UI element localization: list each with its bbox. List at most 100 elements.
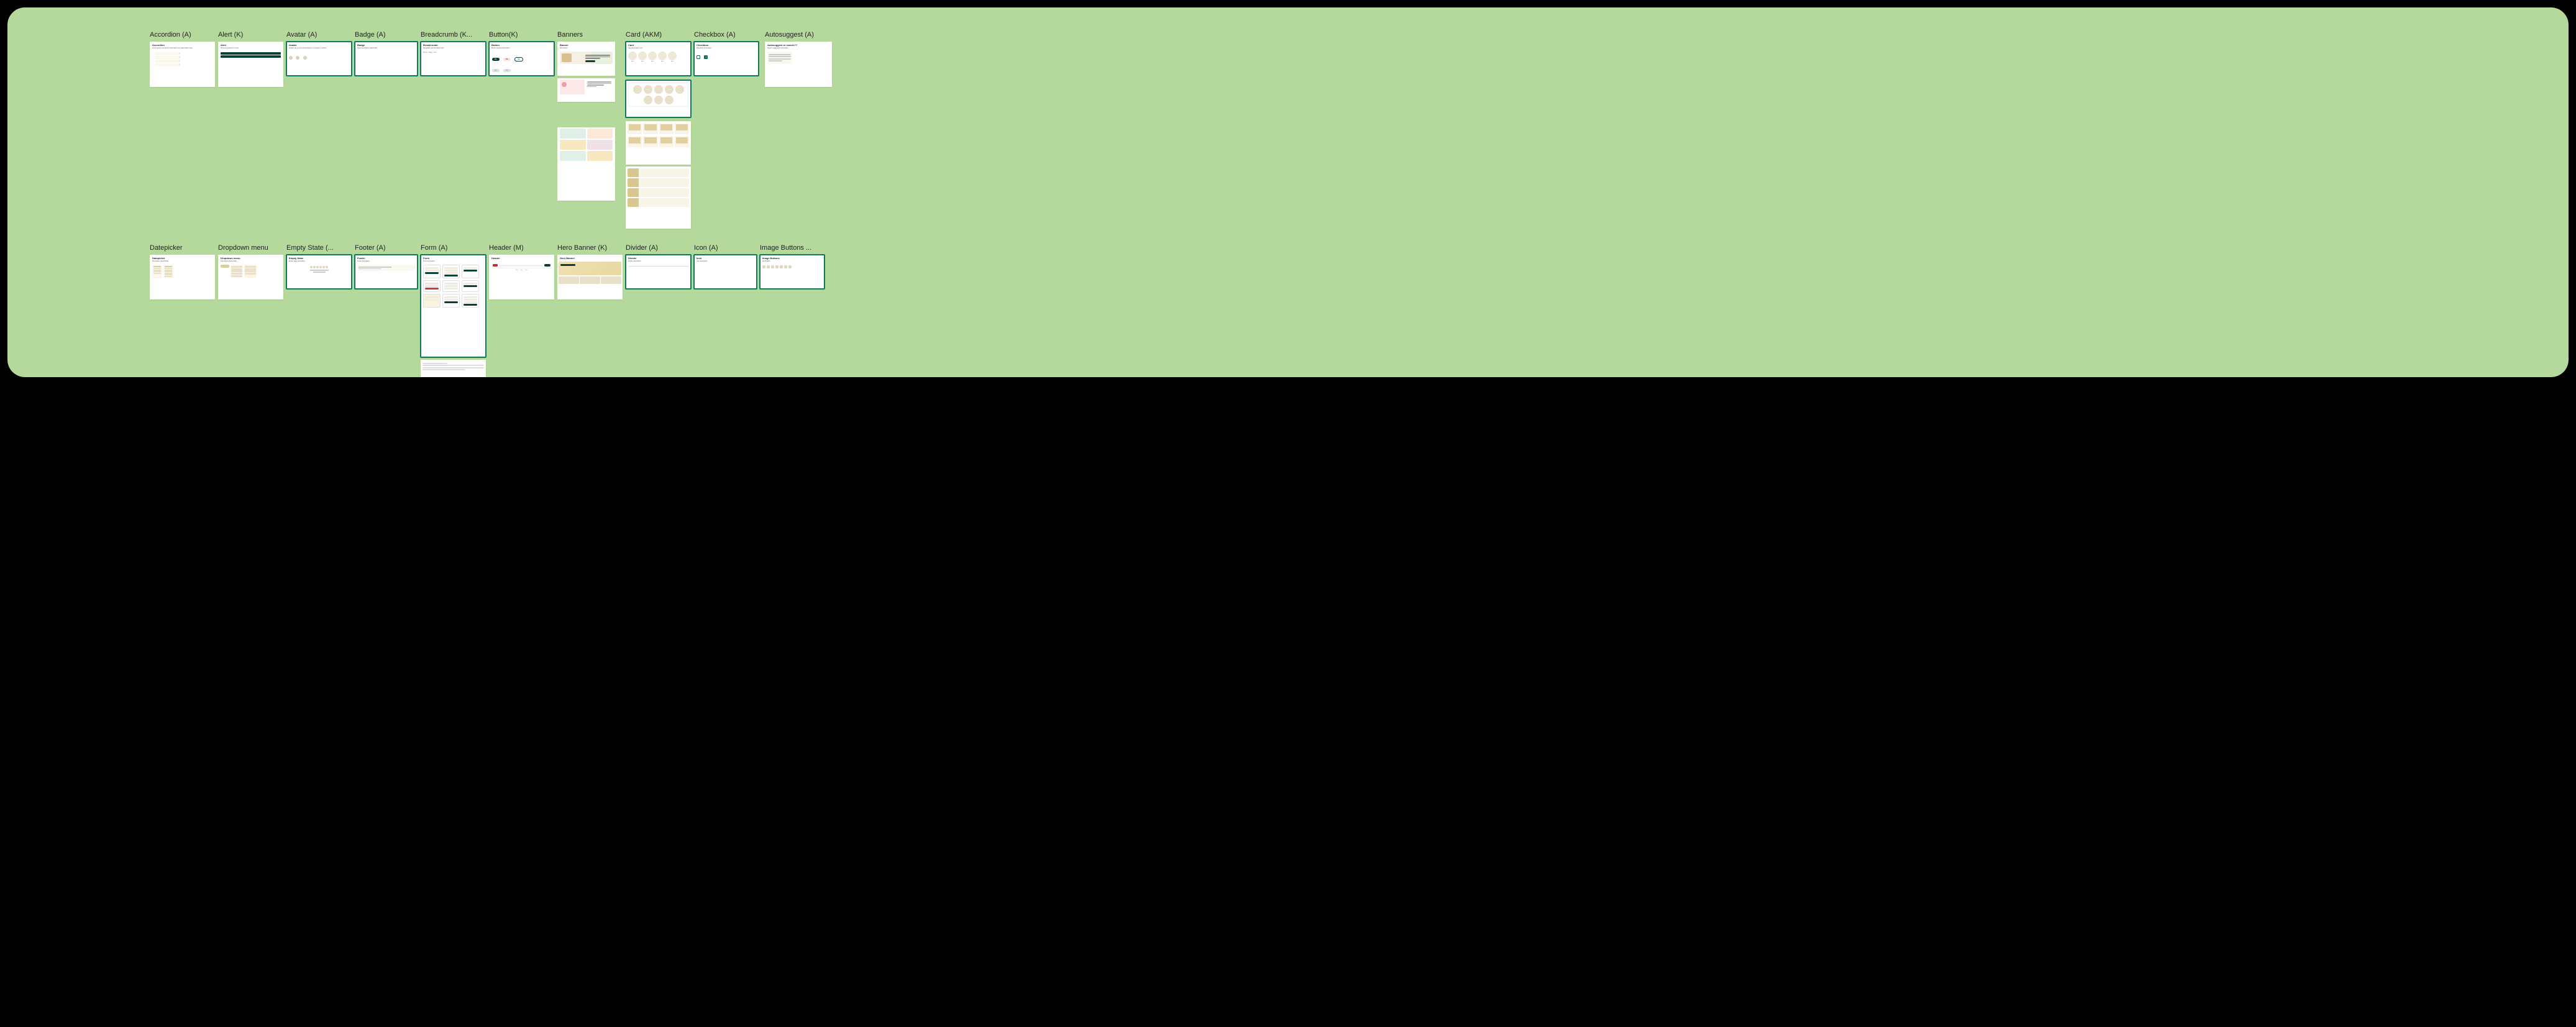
section-label-divider[interactable]: Divider (A)	[626, 244, 688, 252]
frame-title: Icon	[694, 255, 757, 260]
section-label-card[interactable]: Card (AKM)	[626, 31, 688, 39]
frame-title: Hero Banner	[557, 255, 623, 260]
frame-title: Avatar	[286, 42, 352, 47]
frame-hero[interactable]: Hero Banner	[557, 255, 623, 299]
section-label-dropdown[interactable]: Dropdown menu	[218, 244, 280, 252]
alert-bar	[221, 52, 281, 55]
frame-title: Dropdown menu	[218, 255, 283, 260]
frame-badge[interactable]: Badge Short description placeholder.	[355, 42, 418, 76]
frame-title: Form	[421, 255, 486, 260]
frame-title: Banner	[557, 42, 615, 47]
wide-card-list	[626, 167, 691, 210]
disabled-button: Btn	[503, 69, 511, 72]
frame-desc: Description placeholder.	[218, 260, 283, 263]
frame-card-2[interactable]	[626, 80, 691, 117]
frame-avatar[interactable]: Avatar Avatars are visual representation…	[286, 42, 352, 76]
frame-datepicker[interactable]: Datepicker Description placeholder.	[150, 255, 215, 299]
logo-icon	[493, 264, 498, 267]
frame-imgbtn[interactable]: Image Buttons Description.	[760, 255, 824, 289]
banner-split-sample	[560, 80, 613, 94]
frame-title: Autosuggest or search??	[765, 42, 832, 47]
section-label-button[interactable]: Button(K)	[489, 31, 551, 39]
frame-dropdown[interactable]: Dropdown menu Description placeholder.	[218, 255, 283, 299]
section-label-footer[interactable]: Footer (A)	[355, 244, 417, 252]
section-label-icon[interactable]: Icon (A)	[694, 244, 756, 252]
section-label-breadcrumb[interactable]: Breadcrumb (K...	[421, 31, 483, 39]
frame-title: Divider	[626, 255, 691, 260]
frame-button[interactable]: Button Button variants description. Btn …	[489, 42, 554, 76]
secondary-button: Btn	[503, 58, 511, 61]
outline-button: Btn	[514, 57, 523, 62]
section-label-hero[interactable]: Hero Banner (K)	[557, 244, 619, 252]
cta-button	[544, 264, 550, 267]
frame-desc: Short description placeholder.	[355, 47, 418, 50]
breadcrumb-sample: Home › Page › Item	[421, 50, 486, 55]
frame-title: Header	[489, 255, 554, 260]
frame-checkbox[interactable]: Checkbox Checkbox description.	[694, 42, 759, 76]
section-label-header[interactable]: Header (M)	[489, 244, 551, 252]
section-label-autosuggest[interactable]: Autosuggest (A)	[765, 31, 833, 39]
frame-form-2[interactable]	[421, 360, 486, 377]
frame-title: Button	[489, 42, 554, 47]
frame-card-3[interactable]	[626, 121, 691, 165]
frame-breadcrumb[interactable]: Breadcrumb Navigation aid description te…	[421, 42, 486, 76]
primary-button: Btn	[492, 58, 500, 61]
section-label-form[interactable]: Form (A)	[421, 244, 483, 252]
section-label-empty[interactable]: Empty State (...	[286, 244, 349, 252]
footer-sample	[357, 265, 415, 271]
frame-footer[interactable]: Footer Footer description.	[355, 255, 418, 289]
frame-card-1[interactable]: Card Card description text. item item it…	[626, 42, 691, 76]
section-label-accordion[interactable]: Accordion (A)	[150, 31, 212, 39]
nav-item: Nav	[516, 270, 518, 271]
frame-desc: Description.	[557, 47, 615, 50]
frame-divider[interactable]: Divider Divider description.	[626, 255, 691, 289]
section-label-imgbtn[interactable]: Image Buttons ...	[760, 244, 828, 252]
section-label-alert[interactable]: Alert (K)	[218, 31, 280, 39]
figma-canvas[interactable]: Accordion (A) Alert (K) Avatar (A) Badge…	[7, 7, 2569, 377]
form-extra	[421, 360, 486, 373]
frame-title: Datepicker	[150, 255, 215, 260]
frame-title: Breadcrumb	[421, 42, 486, 47]
frame-title: Footer	[355, 255, 418, 260]
section-label-badge[interactable]: Badge (A)	[355, 31, 417, 39]
nav-item: Nav	[525, 270, 528, 271]
disabled-button: Btn	[492, 69, 500, 72]
search-input	[499, 265, 543, 267]
banner-hero-sample	[560, 52, 613, 64]
header-sample: Nav Nav Nav	[491, 263, 552, 272]
frame-empty[interactable]: Empty State Empty state description.	[286, 255, 352, 289]
frame-title: Checkbox	[694, 42, 759, 47]
frame-icon[interactable]: Icon Icon description.	[694, 255, 757, 289]
frame-desc: Footer description.	[355, 260, 418, 263]
section-label-banners[interactable]: Banners	[557, 31, 619, 39]
accordion-row	[155, 56, 181, 59]
frame-banner-2[interactable]	[557, 78, 615, 102]
section-label-avatar[interactable]: Avatar (A)	[286, 31, 349, 39]
frame-title: Empty State	[286, 255, 352, 260]
banner-grid-sample	[560, 129, 613, 161]
accordion-row	[155, 52, 181, 55]
frame-banner-3[interactable]	[557, 127, 615, 201]
frame-autosuggest[interactable]: Autosuggest or search?? Search suggestio…	[765, 42, 832, 87]
frame-title: Badge	[355, 42, 418, 47]
frame-card-4[interactable]	[626, 167, 691, 229]
frame-banner-1[interactable]: Banner Description.	[557, 42, 615, 76]
category-circles	[628, 83, 688, 107]
dropdown-sample	[221, 265, 281, 278]
frame-title: Accordion	[150, 42, 215, 47]
hero-sample	[559, 262, 621, 284]
section-label-datepicker[interactable]: Datepicker	[150, 244, 212, 252]
avatar-icon	[289, 56, 293, 60]
accordion-row	[155, 63, 181, 66]
frame-desc: Description placeholder.	[150, 260, 215, 263]
frame-title: Card	[626, 42, 691, 47]
product-card-row: item item item item item	[626, 50, 691, 63]
frame-alert[interactable]: Alert Short description text here.	[218, 42, 283, 87]
frame-desc: Divider description.	[626, 260, 691, 263]
frame-header[interactable]: Header Nav Nav Nav	[489, 255, 554, 299]
frame-accordion[interactable]: Accordion Lorem ipsum component descript…	[150, 42, 215, 87]
section-label-checkbox[interactable]: Checkbox (A)	[694, 31, 756, 39]
accordion-row	[155, 60, 181, 63]
frame-form-1[interactable]: Form Form description.	[421, 255, 486, 357]
frame-title: Alert	[218, 42, 283, 47]
